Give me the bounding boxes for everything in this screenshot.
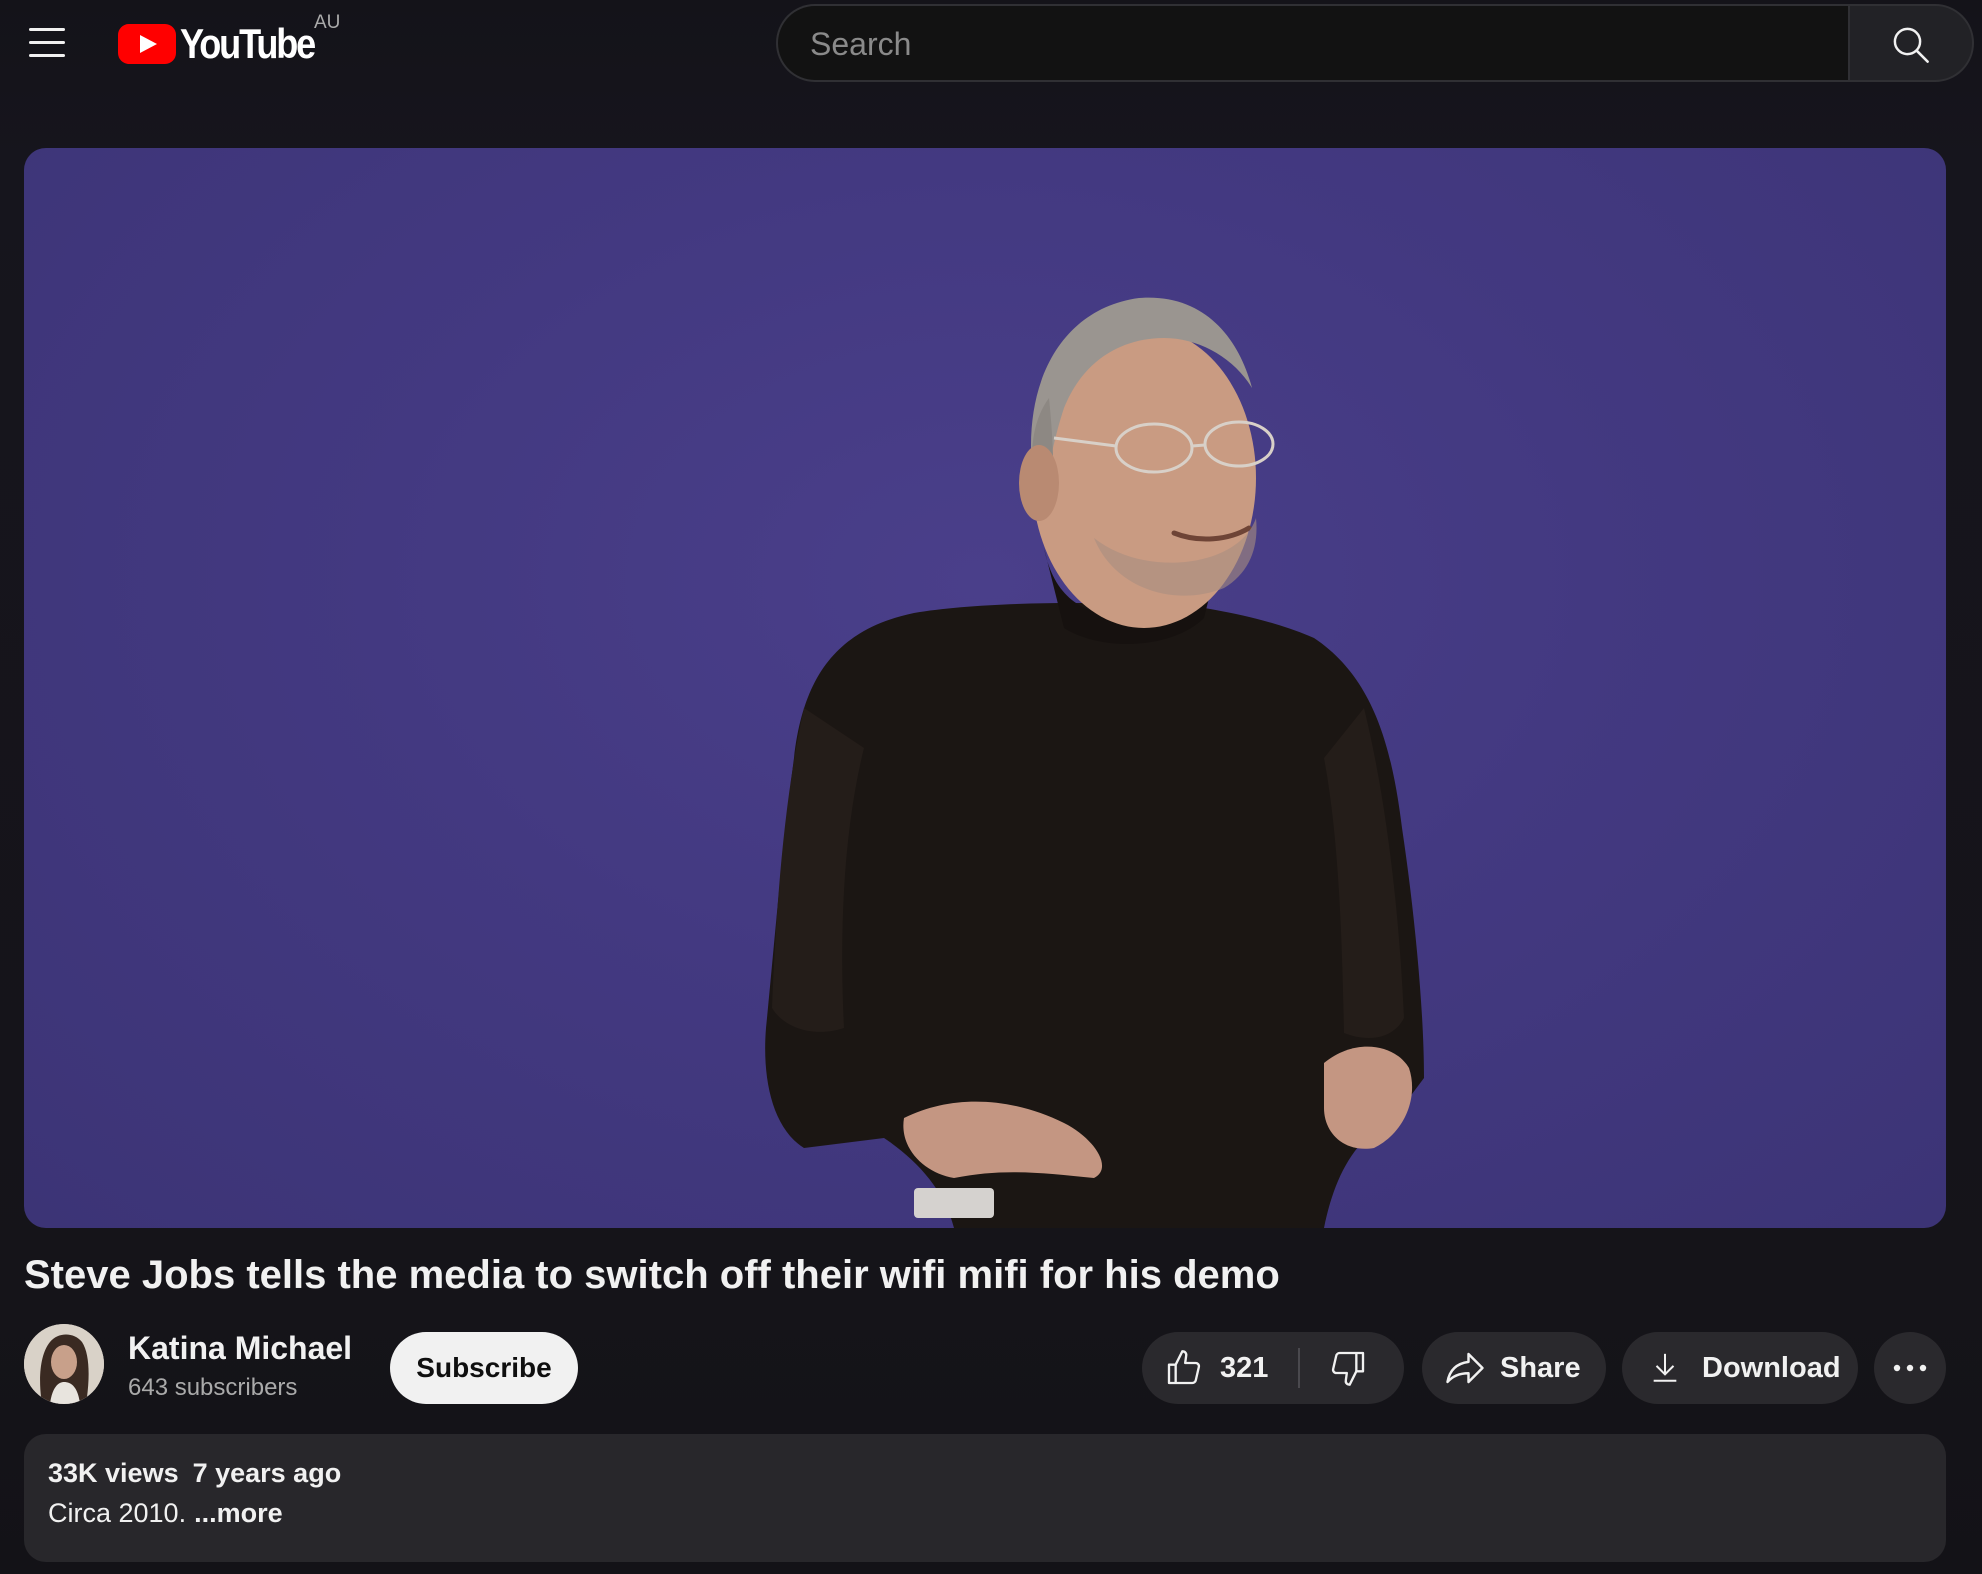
subscribe-button[interactable]: Subscribe [390, 1332, 578, 1404]
video-player[interactable] [24, 148, 1946, 1228]
channel-avatar[interactable] [24, 1324, 104, 1404]
youtube-logo[interactable]: YouTube [118, 14, 336, 74]
download-button[interactable]: Download [1622, 1332, 1858, 1404]
description-text: Circa 2010. [48, 1498, 187, 1528]
more-horizontal-icon [1893, 1364, 1927, 1372]
search-button[interactable] [1848, 4, 1974, 82]
youtube-play-icon [118, 24, 176, 64]
description-more-link[interactable]: ...more [194, 1498, 283, 1528]
menu-icon-bar [29, 28, 65, 31]
like-button[interactable]: 321 [1142, 1332, 1298, 1404]
youtube-wordmark: YouTube [180, 20, 316, 67]
download-icon [1653, 1353, 1677, 1382]
description-info: 33K views 7 years ago [48, 1458, 341, 1489]
masthead: YouTube AU [0, 0, 1982, 88]
country-code: AU [314, 12, 341, 33]
like-dislike-group: 321 [1142, 1332, 1404, 1404]
thumbs-up-icon [1167, 1350, 1201, 1385]
view-count: 33K views [48, 1458, 179, 1488]
share-label: Share [1500, 1351, 1581, 1384]
more-actions-button[interactable] [1874, 1332, 1946, 1404]
dislike-button[interactable] [1300, 1332, 1404, 1404]
search-icon [1893, 27, 1929, 63]
thumbs-down-icon [1331, 1351, 1365, 1386]
avatar-image [24, 1324, 104, 1404]
description-snippet: Circa 2010. ...more [48, 1498, 283, 1529]
video-title: Steve Jobs tells the media to switch off… [24, 1253, 1280, 1297]
upload-date: 7 years ago [192, 1458, 342, 1488]
description-box[interactable]: 33K views 7 years ago Circa 2010. ...more [24, 1434, 1946, 1562]
share-button[interactable]: Share [1422, 1332, 1606, 1404]
subscriber-count: 643 subscribers [128, 1374, 298, 1401]
menu-icon-bar [29, 41, 65, 44]
like-count: 321 [1220, 1351, 1269, 1384]
menu-icon-bar [29, 54, 65, 57]
search-input[interactable] [808, 6, 1812, 82]
guide-menu-button[interactable] [24, 22, 72, 66]
search-box [776, 4, 1848, 82]
share-arrow-icon [1446, 1352, 1484, 1384]
video-frame [765, 297, 1424, 1228]
channel-name[interactable]: Katina Michael [128, 1330, 352, 1367]
download-label: Download [1702, 1351, 1841, 1384]
